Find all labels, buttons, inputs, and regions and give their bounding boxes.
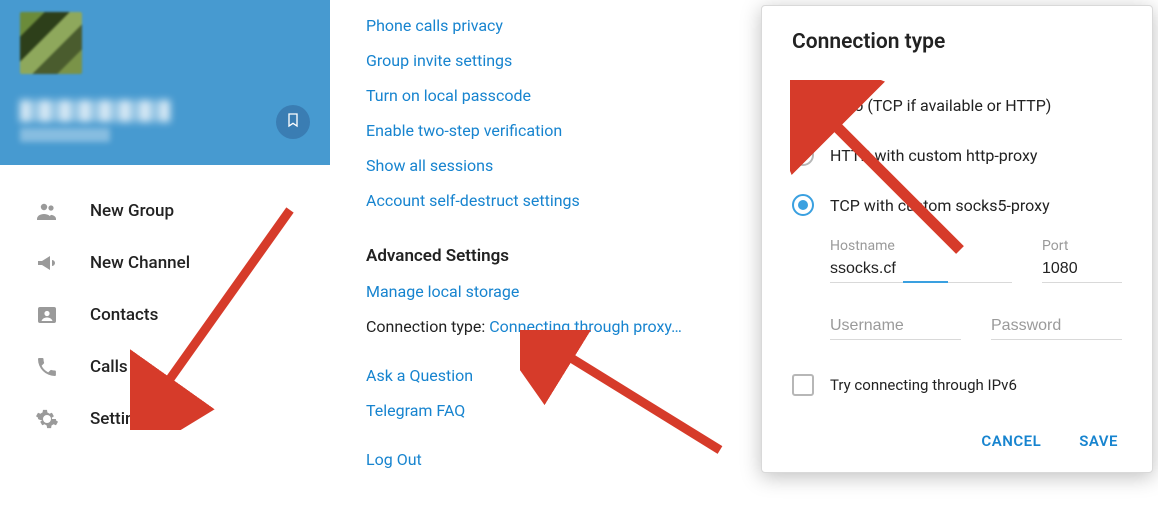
connection-type-label: Connection type: [366,317,485,336]
username-input[interactable] [830,313,961,340]
link-manage-storage[interactable]: Manage local storage [366,274,746,309]
avatar[interactable] [20,12,82,74]
radio-label: TCP with custom socks5-proxy [830,196,1050,215]
sidebar-item-label: New Group [90,201,174,221]
megaphone-icon [34,250,60,276]
sidebar-item-calls[interactable]: Calls [0,341,330,393]
settings-panel: Phone calls privacy Group invite setting… [366,8,746,477]
sidebar-header [0,0,330,165]
radio-label: Auto (TCP if available or HTTP) [830,96,1051,115]
link-group-invite-settings[interactable]: Group invite settings [366,43,746,78]
sidebar-item-label: New Channel [90,253,190,273]
sidebar-item-new-channel[interactable]: New Channel [0,237,330,289]
sidebar-item-new-group[interactable]: New Group [0,185,330,237]
hostname-label: Hostname [830,238,1012,254]
hostname-field: Hostname [830,238,1012,283]
sidebar: New Group New Channel Contacts Calls Set… [0,0,330,517]
username-blurred [20,100,170,122]
radio-option-http[interactable]: HTTP with custom http-proxy [792,130,1122,180]
radio-option-auto[interactable]: Auto (TCP if available or HTTP) [792,80,1122,130]
link-two-step[interactable]: Enable two-step verification [366,113,746,148]
advanced-settings-heading: Advanced Settings [366,246,746,266]
radio-option-socks5[interactable]: TCP with custom socks5-proxy [792,180,1122,230]
port-label: Port [1042,238,1122,254]
dialog-title: Connection type [792,30,1122,54]
sidebar-item-label: Contacts [90,305,158,325]
save-button[interactable]: SAVE [1075,424,1122,458]
link-faq[interactable]: Telegram FAQ [366,393,746,428]
link-local-passcode[interactable]: Turn on local passcode [366,78,746,113]
gear-icon [34,406,60,432]
sidebar-menu: New Group New Channel Contacts Calls Set… [0,165,330,445]
port-input[interactable] [1042,256,1122,283]
radio-icon [792,144,814,166]
connection-type-value[interactable]: Connecting through proxy… [489,317,682,336]
ipv6-checkbox-row[interactable]: Try connecting through IPv6 [792,374,1122,396]
password-input[interactable] [991,313,1122,340]
bookmark-icon [285,112,301,132]
sidebar-item-settings[interactable]: Settings [0,393,330,445]
link-phone-calls-privacy[interactable]: Phone calls privacy [366,8,746,43]
radio-label: HTTP with custom http-proxy [830,146,1037,165]
sidebar-item-label: Settings [90,409,153,429]
checkbox-icon [792,374,814,396]
person-icon [34,302,60,328]
sidebar-item-contacts[interactable]: Contacts [0,289,330,341]
username-field [830,313,961,340]
radio-icon [792,94,814,116]
connection-type-dialog: Connection type Auto (TCP if available o… [761,5,1153,473]
phone-icon [34,354,60,380]
radio-icon [792,194,814,216]
link-ask-question[interactable]: Ask a Question [366,358,746,393]
link-self-destruct[interactable]: Account self-destruct settings [366,183,746,218]
hostname-input[interactable] [830,256,1012,283]
port-field: Port [1042,238,1122,283]
ipv6-label: Try connecting through IPv6 [830,376,1017,394]
sidebar-item-label: Calls [90,357,128,377]
saved-messages-button[interactable] [276,105,310,139]
link-logout[interactable]: Log Out [366,442,746,477]
people-icon [34,198,60,224]
status-blurred [20,128,110,142]
connection-type-row: Connection type: Connecting through prox… [366,309,746,344]
cancel-button[interactable]: CANCEL [977,424,1045,458]
password-field [991,313,1122,340]
link-show-sessions[interactable]: Show all sessions [366,148,746,183]
